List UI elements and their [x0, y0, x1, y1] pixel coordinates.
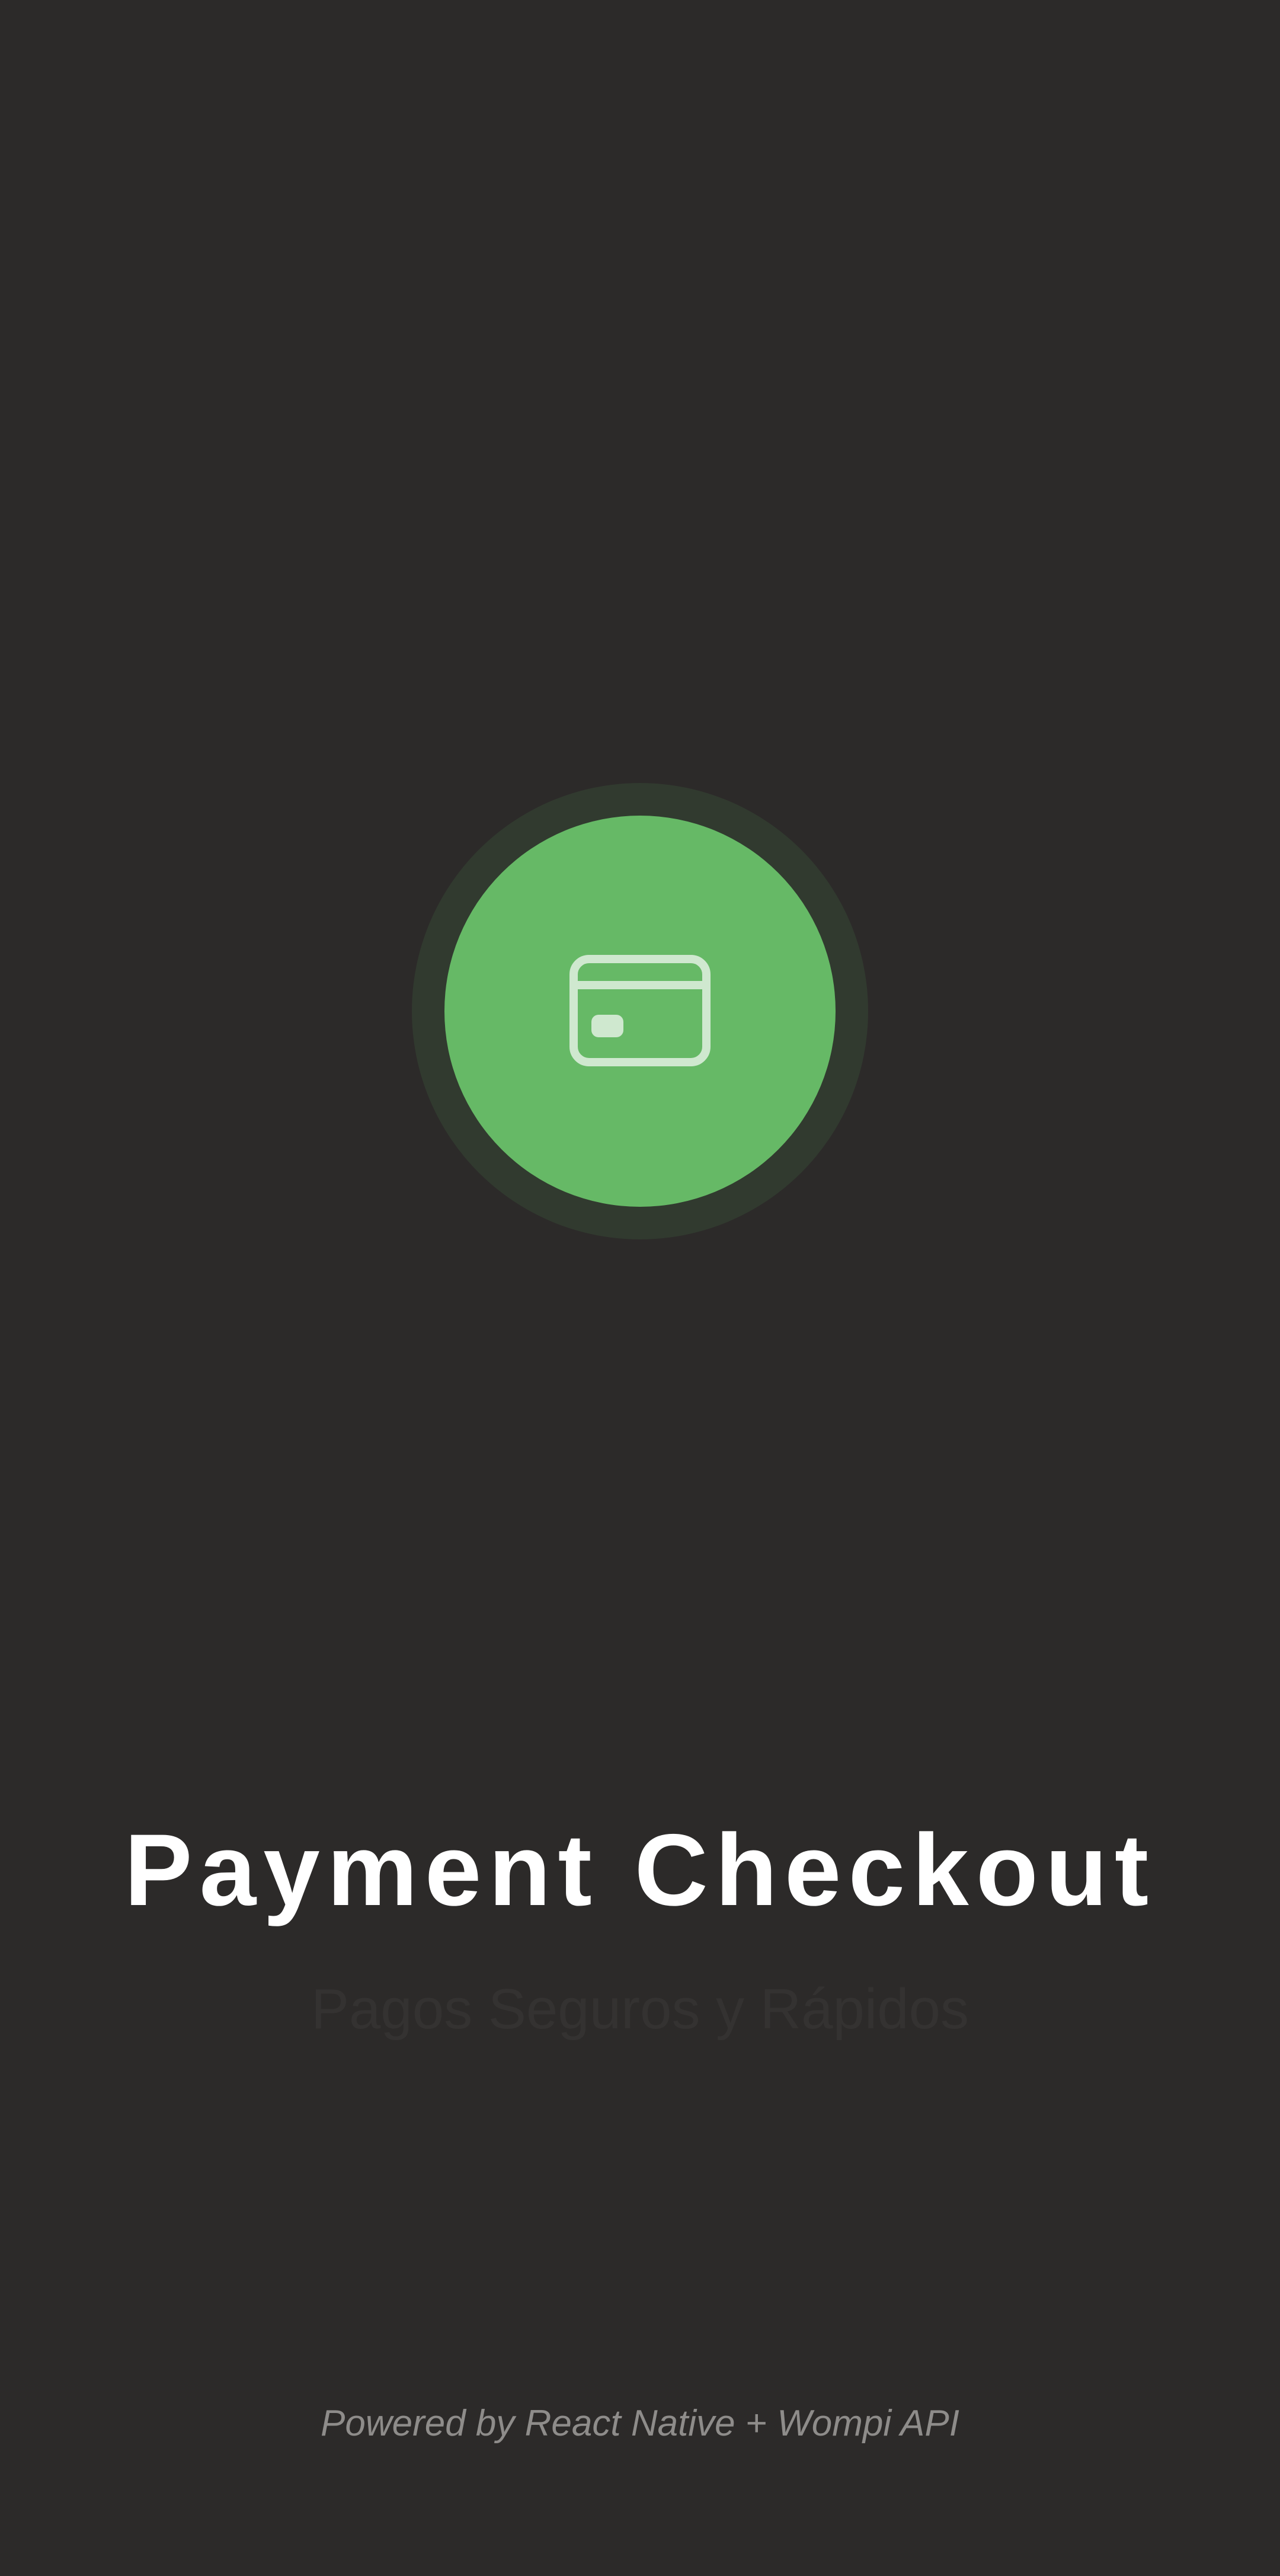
app-subtitle: Pagos Seguros y Rápidos: [311, 1977, 969, 2041]
credit-card-icon: [569, 955, 711, 1066]
splash-screen: Payment Checkout Pagos Seguros y Rápidos…: [0, 0, 1280, 2576]
app-title: Payment Checkout: [124, 1813, 1156, 1927]
powered-by-footer: Powered by React Native + Wompi API: [321, 2403, 959, 2444]
